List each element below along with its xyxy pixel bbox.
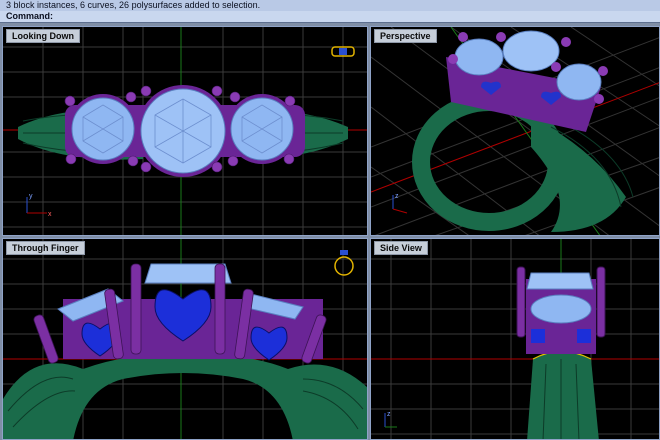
axis-z-label: z bbox=[395, 193, 399, 200]
command-history: 3 block instances, 6 curves, 26 polysurf… bbox=[6, 0, 261, 10]
viewport-title-perspective[interactable]: Perspective bbox=[374, 29, 437, 43]
axis-y-label: y bbox=[29, 193, 33, 200]
viewport-perspective[interactable]: z Perspective bbox=[370, 26, 660, 236]
viewport-title-side-view[interactable]: Side View bbox=[374, 241, 428, 255]
perspective-scene: z bbox=[371, 27, 659, 235]
viewport-title-through-finger[interactable]: Through Finger bbox=[6, 241, 85, 255]
command-prompt[interactable]: Command: bbox=[0, 11, 660, 22]
axis-z-label-side: z bbox=[387, 411, 391, 418]
viewport-title-looking-down[interactable]: Looking Down bbox=[6, 29, 80, 43]
command-area: 3 block instances, 6 curves, 26 polysurf… bbox=[0, 0, 660, 23]
viewport-looking-down[interactable]: y x Looking Down bbox=[2, 26, 368, 236]
looking-down-scene: y x bbox=[3, 27, 367, 235]
side-view-scene: z bbox=[371, 239, 659, 439]
axis-x-label: x bbox=[48, 211, 52, 218]
ring-thumbnail-icon bbox=[331, 46, 355, 57]
viewport-side-view[interactable]: z Side View bbox=[370, 238, 660, 440]
ring-front-icon bbox=[334, 250, 354, 276]
viewport-through-finger[interactable]: Through Finger bbox=[2, 238, 368, 440]
through-finger-scene bbox=[3, 239, 367, 439]
